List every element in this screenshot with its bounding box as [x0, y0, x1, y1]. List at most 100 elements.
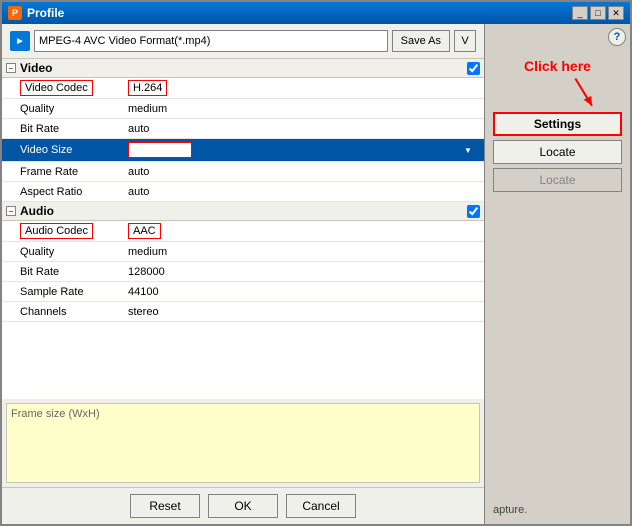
video-section-label: Video — [20, 61, 52, 75]
channels-label: Channels — [20, 306, 66, 318]
bottom-buttons: Reset OK Cancel — [2, 487, 484, 524]
prop-name-cell: Sample Rate — [2, 284, 122, 300]
right-panel: ? Click here Settings Locate Locate aptu… — [485, 24, 630, 524]
maximize-button[interactable]: □ — [590, 6, 606, 20]
right-top-bar: ? — [485, 24, 630, 50]
size-dropdown-icon[interactable]: ▼ — [458, 141, 478, 159]
audio-bitrate-value: 128000 — [128, 266, 165, 278]
format-dropdown-wrapper: MPEG-4 AVC Video Format(*.mp4) — [34, 30, 388, 52]
video-size-value: 1920x1080 — [128, 142, 192, 158]
frame-rate-label: Frame Rate — [20, 166, 78, 178]
aspect-ratio-value-cell: auto — [122, 184, 484, 200]
left-panel: ▶ MPEG-4 AVC Video Format(*.mp4) Save As… — [2, 24, 485, 524]
table-row: Bit Rate auto — [2, 119, 484, 139]
table-row: Aspect Ratio auto — [2, 182, 484, 202]
reset-button[interactable]: Reset — [130, 494, 200, 518]
close-button[interactable]: ✕ — [608, 6, 624, 20]
audio-section-label: Audio — [20, 204, 54, 218]
prop-name-cell: Quality — [2, 101, 122, 117]
v-button[interactable]: V — [454, 30, 476, 52]
video-bitrate-value: auto — [128, 123, 149, 135]
prop-name-cell: Aspect Ratio — [2, 184, 122, 200]
video-codec-value-cell: H.264 — [122, 78, 484, 98]
channels-value-cell: stereo — [122, 304, 484, 320]
title-bar-left: P Profile — [8, 6, 64, 20]
format-icon: ▶ — [10, 31, 30, 51]
audio-bitrate-label: Bit Rate — [20, 266, 59, 278]
table-row: Video Codec H.264 — [2, 78, 484, 99]
locate-button-1[interactable]: Locate — [493, 140, 622, 164]
table-row: Sample Rate 44100 — [2, 282, 484, 302]
table-row: Frame Rate auto — [2, 162, 484, 182]
video-size-value-cell: 1920x1080 ▼ — [122, 139, 484, 161]
prop-name-cell: Bit Rate — [2, 121, 122, 137]
prop-name-cell: Channels — [2, 304, 122, 320]
notes-placeholder: Frame size (WxH) — [11, 408, 100, 420]
title-controls: _ □ ✕ — [572, 6, 624, 20]
ok-button[interactable]: OK — [208, 494, 278, 518]
capture-label: apture. — [493, 504, 527, 516]
video-codec-value: H.264 — [128, 80, 167, 96]
title-bar: P Profile _ □ ✕ — [2, 2, 630, 24]
arrow-container — [485, 78, 630, 108]
minimize-button[interactable]: _ — [572, 6, 588, 20]
window-icon: P — [8, 6, 22, 20]
cancel-button[interactable]: Cancel — [286, 494, 356, 518]
content-area: ▶ MPEG-4 AVC Video Format(*.mp4) Save As… — [2, 24, 630, 524]
video-collapse-button[interactable]: − — [6, 63, 16, 73]
locate-button-2: Locate — [493, 168, 622, 192]
frame-rate-value-cell: auto — [122, 164, 484, 180]
table-row: Audio Codec AAC — [2, 221, 484, 242]
prop-name-cell: Quality — [2, 244, 122, 260]
audio-collapse-button[interactable]: − — [6, 206, 16, 216]
video-bitrate-label: Bit Rate — [20, 123, 59, 135]
sample-rate-label: Sample Rate — [20, 286, 84, 298]
aspect-ratio-value: auto — [128, 186, 149, 198]
prop-name-cell: Audio Codec — [2, 221, 122, 241]
format-dropdown[interactable]: MPEG-4 AVC Video Format(*.mp4) — [34, 30, 388, 52]
window-title: Profile — [27, 6, 64, 20]
frame-rate-value: auto — [128, 166, 149, 178]
sample-rate-value: 44100 — [128, 286, 159, 298]
table-row: Quality medium — [2, 99, 484, 119]
prop-name-cell: Frame Rate — [2, 164, 122, 180]
video-size-dropdown-button[interactable]: ▼ — [458, 141, 478, 159]
table-row[interactable]: Video Size 1920x1080 ▼ — [2, 139, 484, 162]
chevron-down-icon: ▼ — [464, 146, 472, 155]
audio-quality-label: Quality — [20, 246, 54, 258]
table-row: Quality medium — [2, 242, 484, 262]
audio-codec-value: AAC — [128, 223, 161, 239]
right-bottom-text: apture. — [485, 496, 630, 524]
audio-section-header: − Audio — [2, 202, 484, 221]
video-enabled-checkbox[interactable] — [467, 62, 480, 75]
quality-value: medium — [128, 103, 167, 115]
video-codec-label: Video Codec — [20, 80, 93, 96]
properties-table: − Video Video Codec H.264 Qualit — [2, 59, 484, 399]
audio-codec-value-cell: AAC — [122, 221, 484, 241]
right-buttons: Settings Locate Locate — [485, 108, 630, 196]
prop-name-cell: Video Size — [2, 142, 122, 158]
table-row: Channels stereo — [2, 302, 484, 322]
click-here-label: Click here — [485, 50, 630, 78]
prop-name-cell: Video Codec — [2, 78, 122, 98]
channels-value: stereo — [128, 306, 159, 318]
audio-quality-value-cell: medium — [122, 244, 484, 260]
audio-bitrate-value-cell: 128000 — [122, 264, 484, 280]
sample-rate-value-cell: 44100 — [122, 284, 484, 300]
video-section-header: − Video — [2, 59, 484, 78]
audio-quality-value: medium — [128, 246, 167, 258]
help-button[interactable]: ? — [608, 28, 626, 46]
profile-window: P Profile _ □ ✕ ▶ MPEG-4 AVC Video Forma… — [0, 0, 632, 526]
format-toolbar: ▶ MPEG-4 AVC Video Format(*.mp4) Save As… — [2, 24, 484, 59]
quality-label: Quality — [20, 103, 54, 115]
notes-area: Frame size (WxH) — [6, 403, 480, 483]
audio-codec-label: Audio Codec — [20, 223, 93, 239]
aspect-ratio-label: Aspect Ratio — [20, 186, 82, 198]
video-size-label: Video Size — [20, 144, 72, 156]
audio-enabled-checkbox[interactable] — [467, 205, 480, 218]
settings-button[interactable]: Settings — [493, 112, 622, 136]
prop-name-cell: Bit Rate — [2, 264, 122, 280]
table-row: Bit Rate 128000 — [2, 262, 484, 282]
save-as-button[interactable]: Save As — [392, 30, 450, 52]
quality-value-cell: medium — [122, 101, 484, 117]
